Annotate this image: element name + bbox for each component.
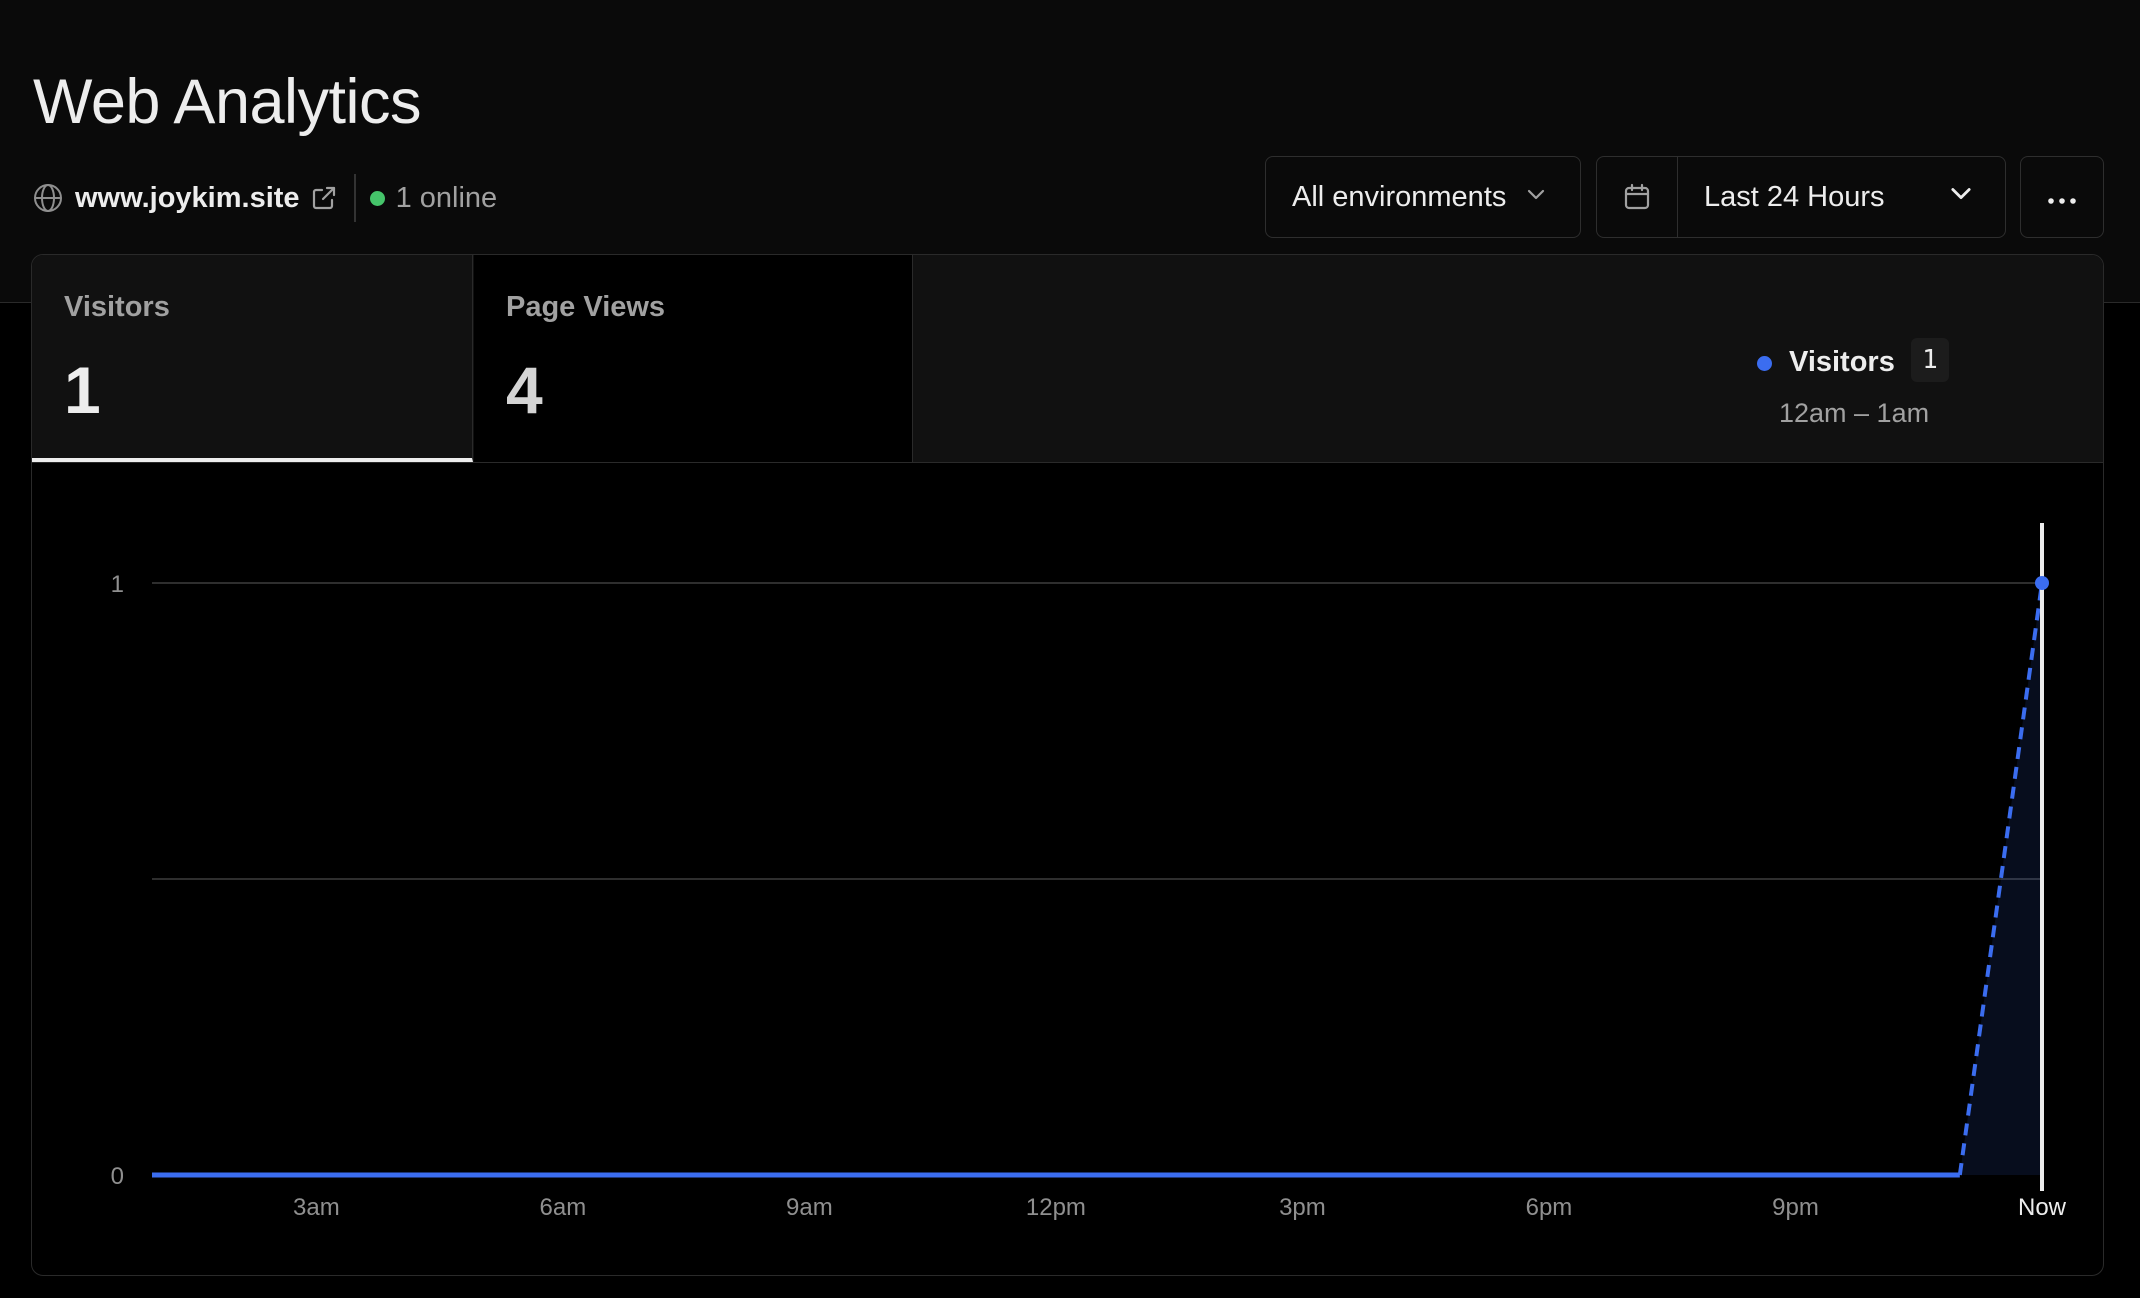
site-link[interactable]: www.joykim.site xyxy=(75,182,300,215)
x-tick-label: 3pm xyxy=(1279,1194,1326,1221)
tooltip-range: 12am – 1am xyxy=(1779,398,1930,428)
tab-label: Visitors xyxy=(64,291,170,323)
chart-tooltip: Visitors 1 12am – 1am xyxy=(1757,336,1957,446)
series-dot xyxy=(1757,356,1772,371)
data-point xyxy=(2035,576,2049,590)
site-meta: www.joykim.site 1 online xyxy=(33,174,498,222)
environment-label: All environments xyxy=(1292,180,1507,213)
tooltip-series: Visitors xyxy=(1789,346,1895,378)
x-tick-label: 9pm xyxy=(1772,1194,1819,1221)
divider xyxy=(353,174,356,222)
tab-value: 4 xyxy=(506,353,543,427)
chevron-down-icon xyxy=(1524,181,1548,214)
chevron-down-icon xyxy=(1947,179,1975,215)
date-range-label: Last 24 Hours xyxy=(1704,180,1885,213)
x-tick-label: 6am xyxy=(540,1194,587,1221)
x-tick-label: 3am xyxy=(293,1194,340,1221)
external-link-icon[interactable] xyxy=(310,184,338,212)
x-tick-label: 6pm xyxy=(1526,1194,1573,1221)
y-tick-label: 1 xyxy=(111,571,124,598)
x-tick-label: 9am xyxy=(786,1194,833,1221)
x-tick-label: Now xyxy=(2018,1194,2067,1221)
tab-value: 1 xyxy=(64,353,101,427)
tab-page-views[interactable]: Page Views 4 xyxy=(474,255,913,462)
tab-visitors[interactable]: Visitors 1 xyxy=(32,255,473,462)
more-icon xyxy=(2047,181,2077,214)
calendar-icon[interactable] xyxy=(1597,157,1678,237)
page-title: Web Analytics xyxy=(33,67,422,137)
more-options-button[interactable] xyxy=(2020,156,2104,238)
environment-select[interactable]: All environments xyxy=(1265,156,1581,238)
online-count: 1 online xyxy=(395,181,498,214)
date-range-select[interactable]: Last 24 Hours xyxy=(1596,156,2006,238)
y-tick-label: 0 xyxy=(111,1163,124,1190)
globe-icon xyxy=(33,183,63,213)
online-status-dot xyxy=(369,190,385,206)
visitors-chart[interactable]: 0 1 3am 6am 9am 12pm 3pm 6pm 9pm Now xyxy=(32,463,2103,1275)
tab-label: Page Views xyxy=(506,291,666,323)
x-tick-label: 12pm xyxy=(1026,1194,1086,1221)
tooltip-value: 1 xyxy=(1911,338,1949,382)
